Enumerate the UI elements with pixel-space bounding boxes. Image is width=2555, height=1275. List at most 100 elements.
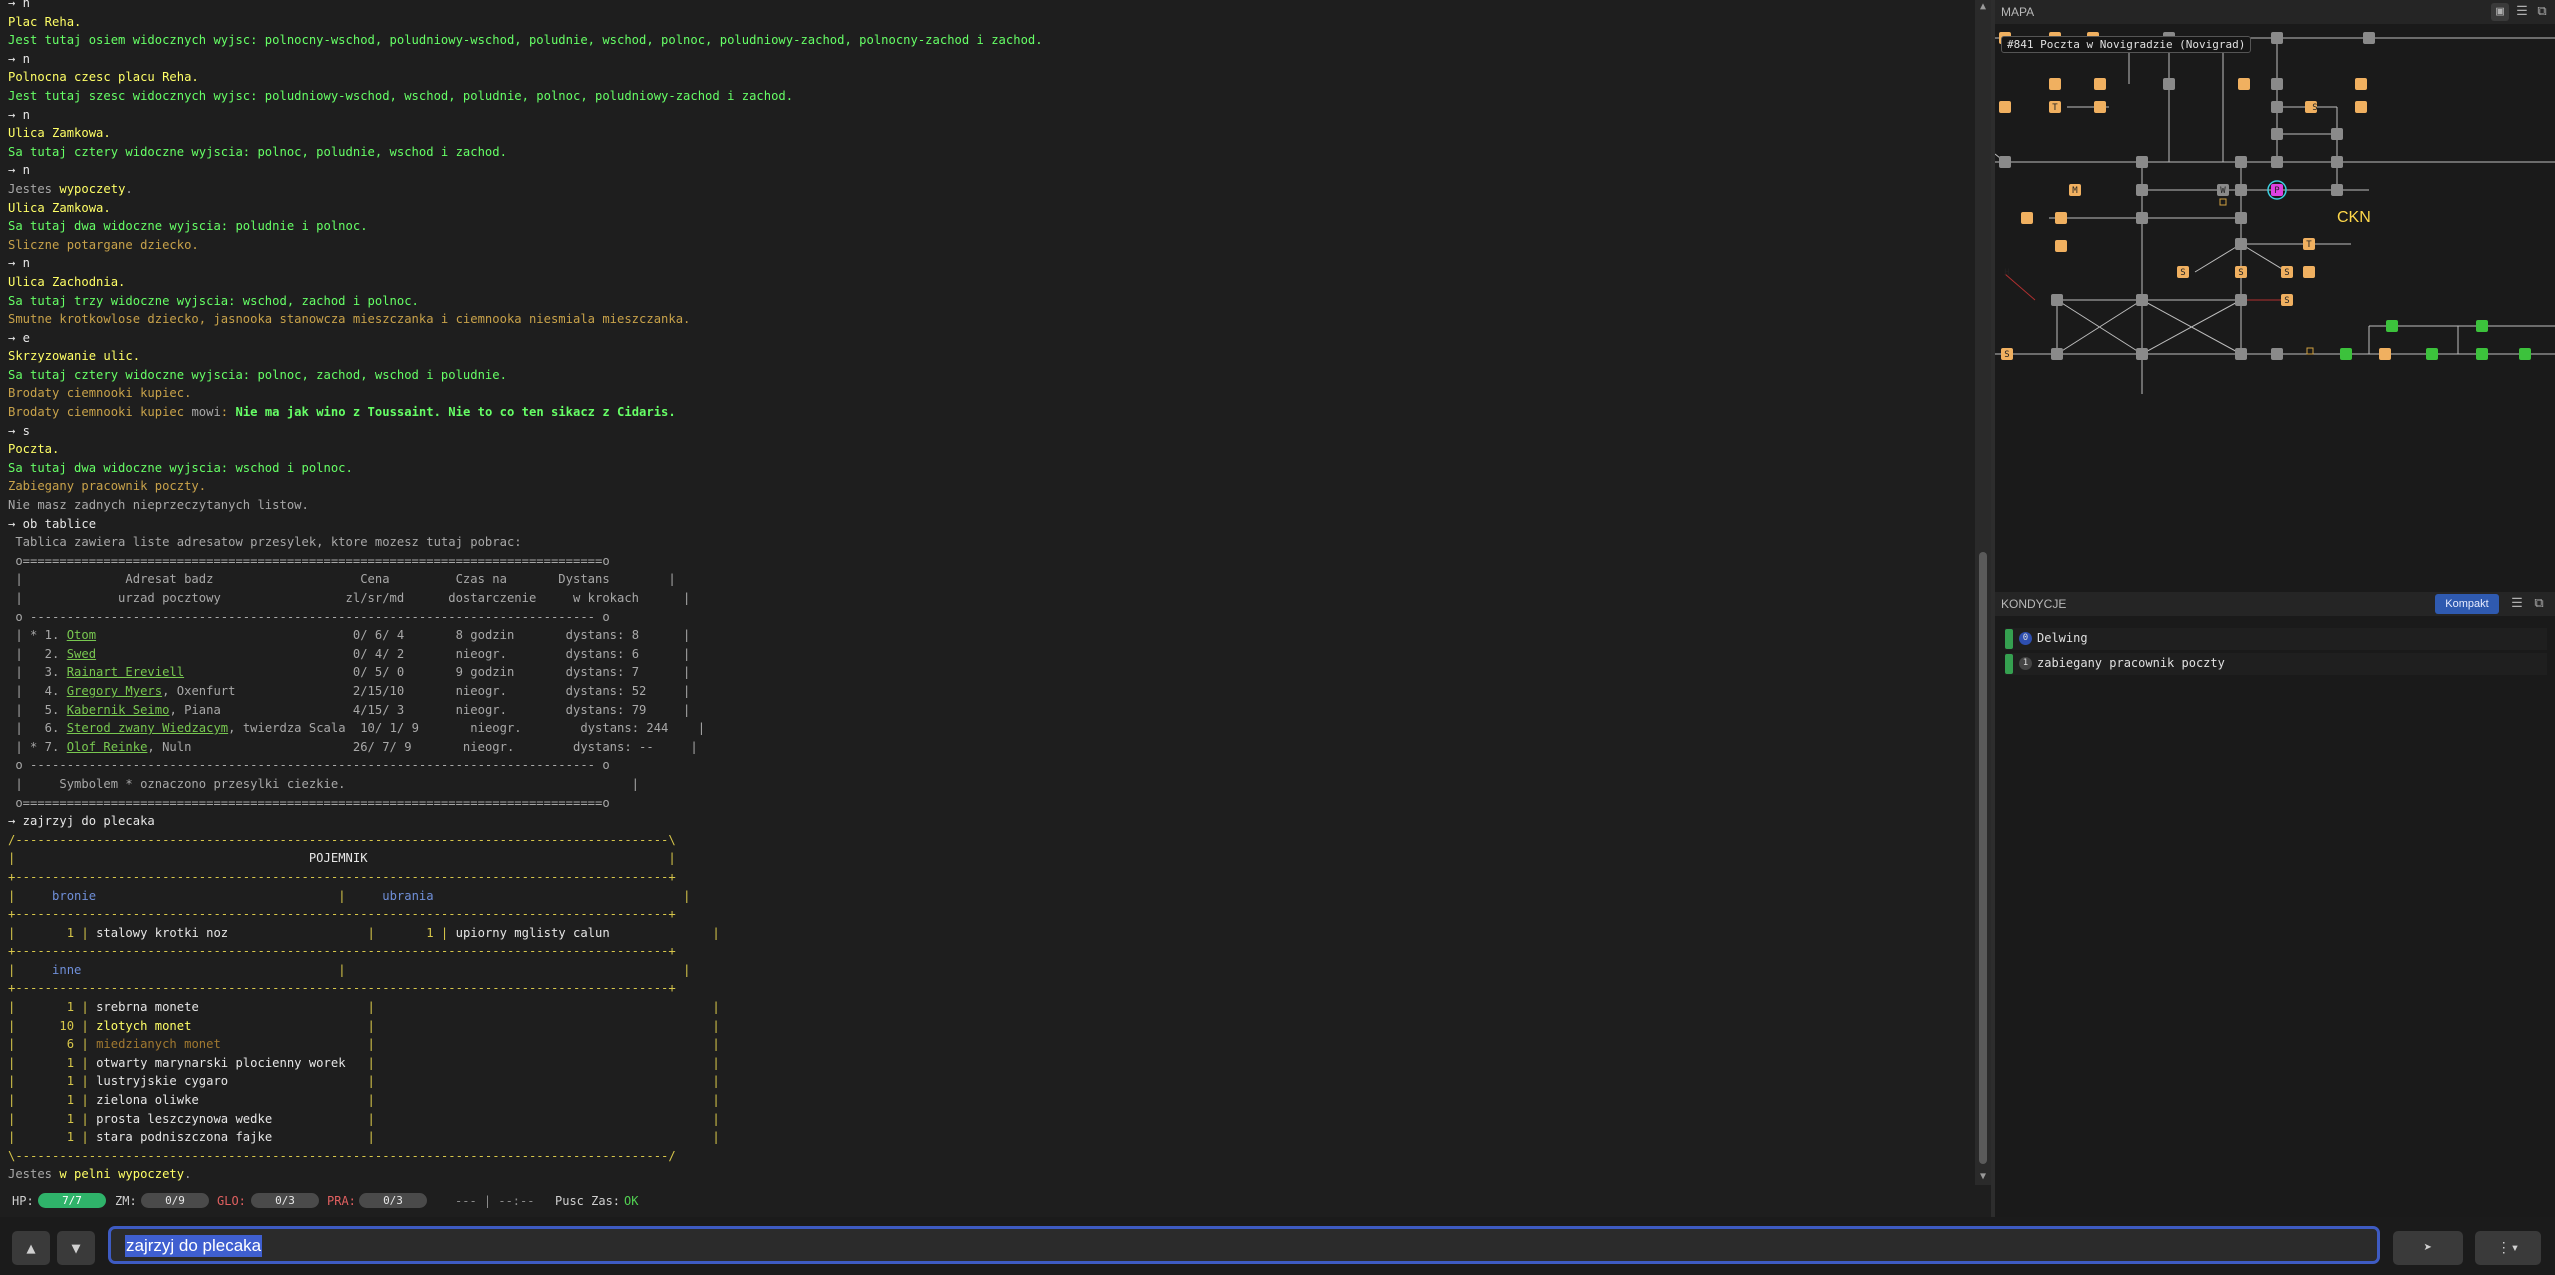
- map-room: [2051, 348, 2063, 360]
- map-room: [2235, 348, 2247, 360]
- terminal-line: | 6 | miedzianych monet | |: [8, 1035, 1043, 1054]
- terminal-line: | 1 | stara podniszczona fajke | |: [8, 1128, 1043, 1147]
- terminal-text: Poczta.: [8, 442, 60, 457]
- history-up-button[interactable]: ▲: [12, 1231, 50, 1265]
- terminal-text: lustryjskie cygaro: [96, 1074, 229, 1089]
- terminal-text: stara podniszczona fajke: [96, 1130, 273, 1145]
- terminal-scrollbar[interactable]: ▲ ▼: [1975, 0, 1991, 1185]
- map-room-orange: [2049, 78, 2061, 90]
- terminal-line: | 4. Gregory Myers, Oxenfurt 2/15/10 nie…: [8, 682, 1043, 701]
- addressee-link[interactable]: Otom: [67, 628, 96, 642]
- terminal-text: 0/ 4/ 2 nieogr. dystans: 6 |: [96, 646, 691, 661]
- command-bar: ▲ ▼ zajrzyj do plecaka ➤ ⋮▾: [0, 1217, 2555, 1275]
- condition-row[interactable]: 1 zabiegany pracownik poczty: [2005, 653, 2547, 675]
- more-options-button[interactable]: ⋮▾: [2475, 1231, 2541, 1265]
- terminal-line: | 1 | srebrna monete | |: [8, 998, 1043, 1017]
- terminal-line: → e: [8, 329, 1043, 348]
- command-input[interactable]: zajrzyj do plecaka: [125, 1235, 263, 1257]
- terminal-text: .: [184, 1167, 192, 1182]
- addressee-link[interactable]: Gregory Myers: [67, 684, 162, 698]
- terminal-line: Sa tutaj cztery widoczne wyjscia: polnoc…: [8, 366, 1043, 385]
- command-input-box[interactable]: zajrzyj do plecaka: [108, 1226, 2380, 1264]
- addressee-link[interactable]: Swed: [67, 647, 96, 661]
- terminal-line: → n: [8, 161, 1043, 180]
- terminal-text: | 10 |: [8, 1018, 97, 1033]
- terminal-text: |: [609, 925, 720, 940]
- terminal-line: +---------------------------------------…: [8, 905, 1043, 924]
- terminal-text: | 1 |: [8, 1074, 97, 1089]
- terminal-text: | |: [198, 1000, 720, 1015]
- terminal-text: | 5.: [8, 702, 67, 717]
- terminal-line: o --------------------------------------…: [8, 608, 1043, 627]
- map-room: [2235, 212, 2247, 224]
- map-room-green: [2476, 348, 2488, 360]
- terminal-text: | 6 |: [8, 1037, 97, 1052]
- terminal-line: Sliczne potargane dziecko.: [8, 236, 1043, 255]
- map-room: [2136, 212, 2148, 224]
- terminal-line: → n: [8, 0, 1043, 13]
- condition-row[interactable]: 0 Delwing: [2005, 628, 2547, 650]
- terminal-text: | 3.: [8, 665, 67, 680]
- terminal-line: Zabiegany pracownik poczty.: [8, 477, 1043, 496]
- history-down-button[interactable]: ▼: [57, 1231, 95, 1265]
- terminal-line: Brodaty ciemnooki kupiec.: [8, 384, 1043, 403]
- popout-icon[interactable]: ⧉: [2533, 3, 2551, 21]
- map-room: [2235, 156, 2247, 168]
- terminal-line: /---------------------------------------…: [8, 831, 1043, 850]
- terminal-output: → n Plac Reha. Jest tutaj osiem widocznych…: [0, 0, 1975, 1185]
- addressee-link[interactable]: Kabernik Seimo: [67, 703, 170, 717]
- hp-label: HP:: [12, 1194, 34, 1208]
- condition-label: Delwing: [2037, 631, 2088, 645]
- terminal-line: +---------------------------------------…: [8, 942, 1043, 961]
- addressee-link[interactable]: Olof Reinke: [67, 740, 148, 754]
- send-button[interactable]: ➤: [2393, 1231, 2463, 1265]
- terminal-line: o=======================================…: [8, 552, 1043, 571]
- map-room-green: [2340, 348, 2352, 360]
- map-path: [2240, 243, 2288, 273]
- scrollbar-thumb[interactable]: [1979, 552, 1987, 1164]
- terminal-line: → zajrzyj do plecaka: [8, 812, 1043, 831]
- scroll-up-arrow-icon[interactable]: ▲: [1975, 0, 1991, 14]
- terminal-text: | 2.: [8, 646, 67, 661]
- terminal-text: otwarty marynarski plocienny worek: [96, 1055, 346, 1070]
- terminal-text: /---------------------------------------…: [8, 832, 676, 847]
- map-canvas[interactable]: TMWHSTSSSSSWPCKN #841 Poczta w Novigradz…: [1995, 24, 2555, 592]
- map-room: [2136, 348, 2148, 360]
- terminal-line: Ulica Zamkowa.: [8, 124, 1043, 143]
- compact-button[interactable]: Kompakt: [2435, 594, 2499, 614]
- addressee-link[interactable]: Sterod zwany Wiedzacym: [67, 721, 228, 735]
- terminal-text: stalowy krotki noz: [96, 925, 229, 940]
- map-room-orange: [2303, 266, 2315, 278]
- conditions-title: KONDYCJE: [2001, 597, 2067, 611]
- terminal-line: +---------------------------------------…: [8, 979, 1043, 998]
- terminal-line: Polnocna czesc placu Reha.: [8, 68, 1043, 87]
- terminal-line: → n: [8, 106, 1043, 125]
- addressee-link[interactable]: Rainart Ereviell: [67, 665, 184, 679]
- terminal-text: Smutne krotkowlose dziecko, jasnooka sta…: [8, 312, 691, 327]
- scroll-down-arrow-icon[interactable]: ▼: [1975, 1170, 1991, 1184]
- menu-icon[interactable]: ☰: [2513, 3, 2531, 21]
- terminal-text: | urzad pocztowy zl/sr/md dostarczenie w…: [8, 591, 691, 605]
- terminal-text: Zabiegany pracownik poczty.: [8, 479, 207, 494]
- terminal-text: 0/ 6/ 4 8 godzin dystans: 8 |: [96, 628, 691, 643]
- popout-icon[interactable]: ⧉: [2530, 595, 2548, 613]
- terminal-text: Jestes: [8, 181, 60, 196]
- terminal-text: Sa tutaj cztery widoczne wyjscia: polnoc…: [8, 367, 507, 382]
- conditions-panel: KONDYCJE Kompakt ☰ ⧉ 0 Delwing 1 zabiega…: [1995, 592, 2555, 1217]
- terminal-text: miedzianych monet: [96, 1037, 221, 1052]
- terminal-text: | 1 |: [8, 1130, 97, 1145]
- terminal-text: Brodaty ciemnooki kupiec: [8, 405, 192, 420]
- menu-icon[interactable]: ☰: [2508, 595, 2526, 613]
- terminal-line: Jest tutaj szesc widocznych wyjsc: polud…: [8, 87, 1043, 106]
- terminal-line: → n: [8, 254, 1043, 273]
- terminal-line: Jest tutaj osiem widocznych wyjsc: polno…: [8, 31, 1043, 50]
- terminal-line: | 1 | prosta leszczynowa wedke | |: [8, 1110, 1043, 1129]
- terminal-text: Ulica Zamkowa.: [8, 200, 111, 215]
- terminal-text: Ulica Zachodnia.: [8, 274, 126, 289]
- terminal-text: Sa tutaj dwa widoczne wyjscia: poludnie …: [8, 219, 368, 234]
- terminal-line: | inne | |: [8, 961, 1043, 980]
- terminal-text: POJEMNIK: [308, 851, 368, 866]
- map-room-label: S: [2284, 268, 2289, 278]
- image-icon[interactable]: ▣: [2491, 3, 2509, 21]
- map-graph[interactable]: TMWHSTSSSSSWPCKN: [1995, 24, 2555, 592]
